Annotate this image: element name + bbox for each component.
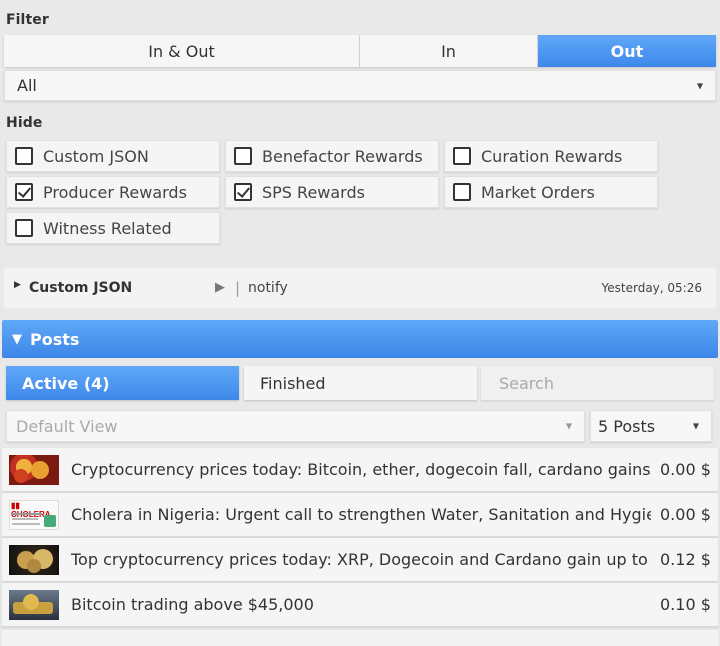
type-filter-value: All	[17, 76, 37, 95]
history-row[interactable]: ▶ Custom JSON ▶ | notify Yesterday, 05:2…	[4, 268, 716, 308]
hide-custom-json-checkbox[interactable]: Custom JSON	[6, 140, 220, 172]
checkbox-label: Witness Related	[43, 218, 172, 238]
view-mode-value: Default View	[16, 416, 118, 436]
hide-market-orders-checkbox[interactable]: Market Orders	[444, 176, 658, 208]
post-thumbnail	[9, 454, 59, 485]
collapse-triangle-icon: ▼	[12, 331, 22, 347]
post-title: Cryptocurrency prices today: Bitcoin, et…	[71, 460, 651, 479]
segment-out[interactable]: Out	[538, 35, 716, 67]
checkbox-unchecked-icon	[15, 219, 33, 237]
segment-in[interactable]: In	[360, 35, 538, 67]
checkbox-label: Custom JSON	[43, 146, 149, 166]
tab-active-posts[interactable]: Active (4)	[6, 366, 239, 400]
checkbox-label: Producer Rewards	[43, 182, 187, 202]
checkbox-checked-icon	[234, 183, 252, 201]
checkbox-checked-icon	[15, 183, 33, 201]
history-type: Custom JSON	[29, 280, 133, 296]
post-payout: 0.00 $	[660, 460, 711, 479]
post-count-value: 5 Posts	[598, 416, 656, 436]
post-row[interactable]: Bitcoin trading above $45,000 0.10 $	[2, 583, 718, 627]
hide-sps-rewards-checkbox[interactable]: SPS Rewards	[225, 176, 439, 208]
post-payout: 0.00 $	[660, 505, 711, 524]
post-row-partial	[2, 630, 718, 646]
hide-benefactor-rewards-checkbox[interactable]: Benefactor Rewards	[225, 140, 439, 172]
checkbox-unchecked-icon	[453, 147, 471, 165]
post-thumbnail	[9, 544, 59, 575]
post-thumbnail: ▮▮ CHOLERA	[9, 499, 59, 530]
post-title: Cholera in Nigeria: Urgent call to stren…	[71, 505, 651, 524]
post-thumbnail	[9, 589, 59, 620]
segment-in-and-out[interactable]: In & Out	[4, 35, 360, 67]
history-time: Yesterday, 05:26	[601, 281, 702, 295]
hide-producer-rewards-checkbox[interactable]: Producer Rewards	[6, 176, 220, 208]
hide-curation-rewards-checkbox[interactable]: Curation Rewards	[444, 140, 658, 172]
history-detail: notify	[248, 280, 288, 296]
hide-witness-related-checkbox[interactable]: Witness Related	[6, 212, 220, 244]
post-title: Bitcoin trading above $45,000	[71, 595, 314, 614]
post-payout: 0.10 $	[660, 595, 711, 614]
checkbox-label: Benefactor Rewards	[262, 146, 423, 166]
checkbox-unchecked-icon	[234, 147, 252, 165]
play-icon: ▶	[215, 280, 225, 295]
view-mode-select[interactable]: Default View ▼	[6, 410, 585, 442]
history-separator: |	[235, 279, 241, 297]
caret-down-icon: ▼	[565, 421, 572, 431]
caret-down-icon: ▼	[692, 421, 699, 431]
checkbox-unchecked-icon	[453, 183, 471, 201]
post-row[interactable]: Top cryptocurrency prices today: XRP, Do…	[2, 538, 718, 582]
post-title: Top cryptocurrency prices today: XRP, Do…	[71, 550, 651, 569]
post-row[interactable]: Cryptocurrency prices today: Bitcoin, et…	[2, 448, 718, 492]
filter-label: Filter	[6, 12, 49, 28]
post-row[interactable]: ▮▮ CHOLERA Cholera in Nigeria: Urgent ca…	[2, 493, 718, 537]
post-payout: 0.12 $	[660, 550, 711, 569]
type-filter-select[interactable]: All ▼	[4, 70, 716, 101]
checkbox-label: Curation Rewards	[481, 146, 623, 166]
hide-label: Hide	[6, 115, 43, 131]
post-count-select[interactable]: 5 Posts ▼	[590, 410, 712, 442]
posts-section-header[interactable]: ▼ Posts	[2, 320, 718, 358]
checkbox-label: SPS Rewards	[262, 182, 365, 202]
expand-arrow-icon[interactable]: ▶	[14, 280, 21, 290]
direction-segmented-control: In & Out In Out	[4, 35, 716, 67]
caret-down-icon: ▼	[696, 81, 703, 90]
checkbox-label: Market Orders	[481, 182, 595, 202]
posts-search-input[interactable]	[481, 366, 714, 400]
checkbox-unchecked-icon	[15, 147, 33, 165]
posts-header-title: Posts	[30, 329, 80, 349]
tab-finished-posts[interactable]: Finished	[244, 366, 477, 400]
